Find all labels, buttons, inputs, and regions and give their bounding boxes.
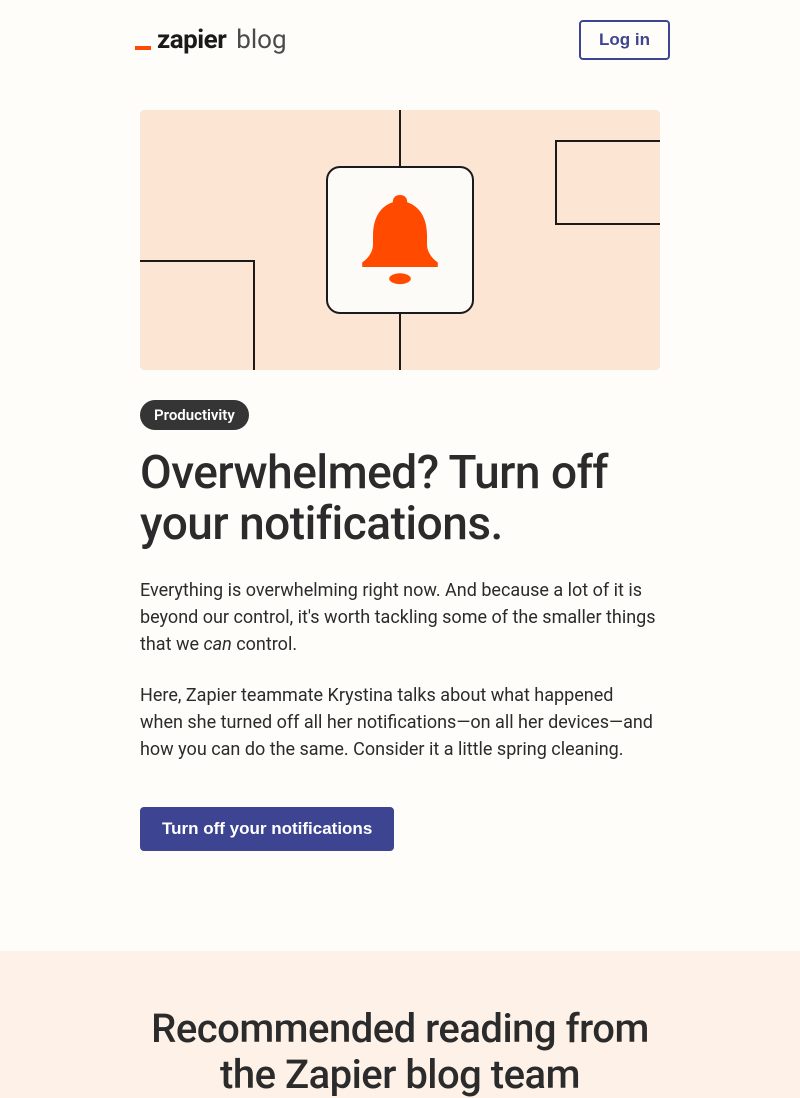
logo-sub-text: blog [236, 25, 286, 55]
header: zapier blog Log in [0, 0, 800, 80]
recommended-section: Recommended reading from the Zapier blog… [0, 951, 800, 1098]
article-paragraph-1: Everything is overwhelming right now. An… [140, 577, 660, 658]
article-paragraph-2: Here, Zapier teammate Krystina talks abo… [140, 682, 660, 763]
article-content: Productivity Overwhelmed? Turn off your … [0, 80, 800, 901]
cta-button[interactable]: Turn off your notifications [140, 807, 394, 851]
logo[interactable]: zapier blog [135, 25, 287, 55]
category-badge[interactable]: Productivity [140, 400, 249, 430]
hero-decorative-rect-right [555, 140, 660, 225]
hero-image [140, 110, 660, 370]
login-button[interactable]: Log in [579, 20, 670, 60]
para1-emphasis: can [203, 634, 231, 655]
recommended-heading: Recommended reading from the Zapier blog… [140, 1006, 660, 1098]
logo-main-text: zapier [157, 25, 226, 55]
bell-icon [355, 190, 445, 290]
hero-decorative-rect-left [140, 260, 255, 370]
bell-card [326, 166, 474, 314]
logo-underscore-icon [135, 46, 151, 50]
para1-text-b: control. [232, 634, 297, 655]
article-title: Overwhelmed? Turn off your notifications… [140, 448, 660, 549]
